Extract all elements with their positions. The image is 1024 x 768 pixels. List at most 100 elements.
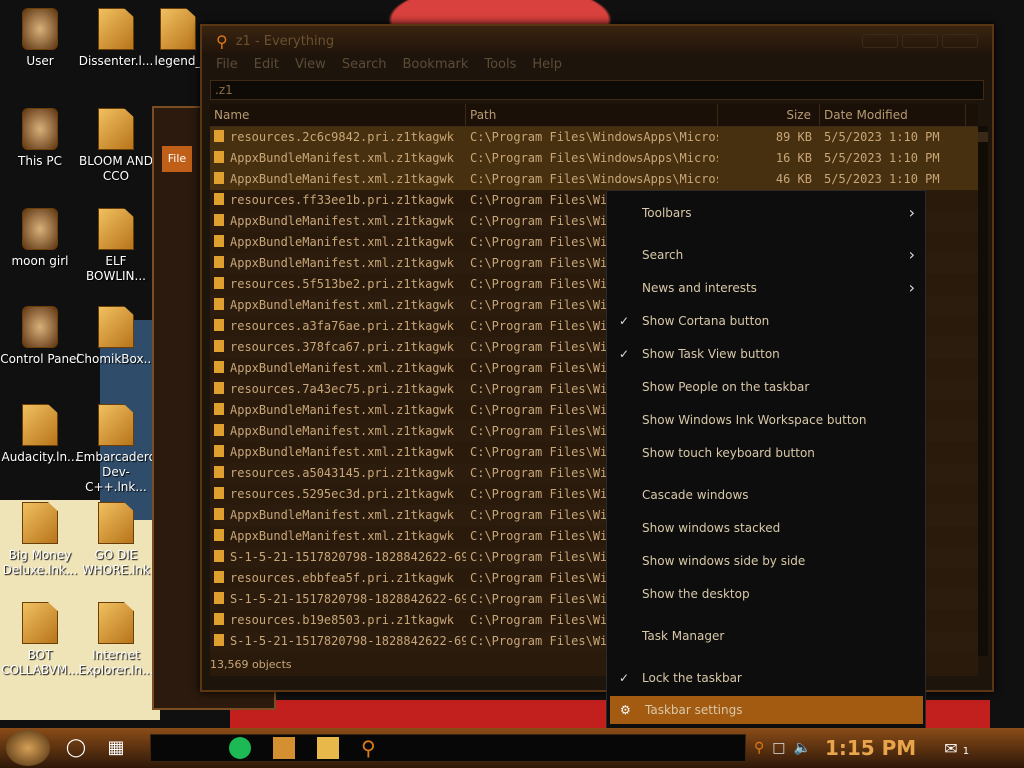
cell-name: S-1-5-21-1517820798-1828842622-698... — [210, 589, 466, 610]
minimize-button[interactable] — [862, 34, 898, 48]
column-path[interactable]: Path — [466, 104, 718, 126]
menu-file[interactable]: File — [208, 56, 246, 74]
file-icon — [214, 529, 224, 541]
file-icon — [22, 602, 58, 644]
desktop-icon-this-pc[interactable]: This PC — [0, 108, 80, 169]
desktop-icon-moon-girl[interactable]: moon girl — [0, 208, 80, 269]
menu-bookmark[interactable]: Bookmark — [394, 56, 476, 74]
search-icon: ⚲ — [216, 31, 228, 51]
desktop-icon-elf-bowling[interactable]: ELF BOWLIN... — [76, 208, 156, 284]
menu-search[interactable]: Search — [334, 56, 395, 74]
menu-item-label: Toolbars — [642, 206, 692, 220]
cell-name: resources.b19e8503.pri.z1tkagwk — [210, 610, 466, 631]
desktop-icon-user[interactable]: User — [0, 8, 80, 69]
cell-name: AppxBundleManifest.xml.z1tkagwk — [210, 400, 466, 421]
menu-item-show-cortana-button[interactable]: ✓ Show Cortana button — [607, 309, 925, 333]
desktop-icon-chomikbox[interactable]: ChomikBox.... — [76, 306, 159, 367]
file-icon — [214, 508, 224, 520]
window-title: z1 - Everything — [235, 33, 335, 49]
file-icon[interactable] — [273, 737, 295, 759]
file-explorer-icon[interactable] — [317, 737, 339, 759]
cell-size: 16 KB — [775, 151, 812, 165]
desktop-icon-label: Internet Explorer.ln... — [78, 648, 154, 677]
column-size[interactable]: Size — [718, 104, 820, 126]
menu-item-news-and-interests[interactable]: News and interests › — [607, 276, 925, 300]
column-date-modified[interactable]: Date Modified — [820, 104, 966, 126]
desktop-icon-bot-collabvm[interactable]: BOT COLLABVM... — [0, 602, 80, 678]
desktop-icon-go-die[interactable]: GO DIE WHORE.lnk — [76, 502, 156, 578]
start-button[interactable] — [6, 730, 50, 766]
menu-item-show-the-desktop[interactable]: Show the desktop — [607, 582, 925, 606]
taskbar-apps: ⚲ — [150, 734, 746, 762]
file-name: resources.a3fa76ae.pri.z1tkagwk — [230, 319, 454, 333]
file-name: S-1-5-21-1517820798-1828842622-698... — [230, 634, 466, 648]
menu-tools[interactable]: Tools — [476, 56, 524, 74]
desktop-icon-internet-explorer[interactable]: Internet Explorer.ln... — [76, 602, 156, 678]
menu-view[interactable]: View — [287, 56, 334, 74]
file-icon — [214, 550, 224, 562]
cortana-icon[interactable]: ◯ — [62, 734, 90, 762]
menu-item-task-manager[interactable]: Task Manager — [607, 624, 925, 648]
menu-item-show-people-on-the-taskbar[interactable]: Show People on the taskbar — [607, 375, 925, 399]
everything-search-icon[interactable]: ⚲ — [361, 737, 383, 759]
file-name: resources.ebbfea5f.pri.z1tkagwk — [230, 571, 454, 585]
notification-icon: ✉ — [944, 738, 958, 758]
maximize-button[interactable] — [902, 34, 938, 48]
desktop-icon-label: Big Money Deluxe.lnk... — [2, 548, 78, 577]
menu-item-taskbar-settings[interactable]: ⚙ Taskbar settings — [610, 696, 923, 724]
cell-name: resources.378fca67.pri.z1tkagwk — [210, 337, 466, 358]
task-view-icon[interactable]: ▦ — [102, 734, 130, 762]
network-icon[interactable]: □ — [772, 740, 785, 756]
desktop-icon-audacity[interactable]: Audacity.ln... — [0, 404, 80, 465]
close-button[interactable] — [942, 34, 978, 48]
vertical-scrollbar[interactable] — [978, 126, 988, 656]
menu-help[interactable]: Help — [524, 56, 570, 74]
menu-item-show-windows-side-by-side[interactable]: Show windows side by side — [607, 549, 925, 573]
menu-item-show-windows-stacked[interactable]: Show windows stacked — [607, 516, 925, 540]
desktop-icon-embarcadero[interactable]: Embarcadero Dev-C++.lnk... — [76, 404, 156, 495]
notification-center-button[interactable]: ✉ 1 — [944, 739, 969, 758]
menu-item-toolbars[interactable]: Toolbars › — [607, 201, 925, 225]
menu-item-search[interactable]: Search › — [607, 243, 925, 267]
menu-item-label: Show touch keyboard button — [642, 446, 815, 460]
spotify-icon[interactable] — [229, 737, 251, 759]
cell-name: AppxBundleManifest.xml.z1tkagwk — [210, 295, 466, 316]
desktop-icon-big-money[interactable]: Big Money Deluxe.lnk... — [0, 502, 80, 578]
clock[interactable]: 1:15 PM — [825, 736, 916, 760]
desktop-icon-control-panel[interactable]: Control Panel — [0, 306, 80, 367]
table-row[interactable]: AppxBundleManifest.xml.z1tkagwk C:\Progra… — [210, 148, 978, 169]
file-icon — [214, 487, 224, 499]
menu-item-show-touch-keyboard-button[interactable]: Show touch keyboard button — [607, 441, 925, 465]
menu-item-lock-the-taskbar[interactable]: ✓ Lock the taskbar — [607, 666, 925, 690]
menu-item-label: Show Cortana button — [642, 314, 770, 328]
cell-name: AppxBundleManifest.xml.z1tkagwk — [210, 169, 466, 190]
volume-muted-icon[interactable]: 🔈 — [794, 740, 811, 756]
file-icon — [214, 445, 224, 457]
menu-item-cascade-windows[interactable]: Cascade windows — [607, 483, 925, 507]
cell-path: C:\Program Files\WindowsApps\Microsoft..… — [470, 172, 718, 186]
desktop-icon-bloom[interactable]: BLOOM AND CCO — [76, 108, 156, 184]
menu-item-show-windows-ink-workspace-button[interactable]: Show Windows Ink Workspace button — [607, 408, 925, 432]
menu-item-show-task-view-button[interactable]: ✓ Show Task View button — [607, 342, 925, 366]
desktop-icon-label: Embarcadero Dev-C++.lnk... — [76, 450, 156, 494]
desktop-icon-label: ELF BOWLIN... — [86, 254, 146, 283]
file-icon — [98, 208, 134, 250]
column-name[interactable]: Name — [210, 104, 466, 126]
file-icon — [214, 361, 224, 373]
notification-count: 1 — [962, 745, 970, 757]
menu-edit[interactable]: Edit — [246, 56, 287, 74]
file-name: resources.378fca67.pri.z1tkagwk — [230, 340, 454, 354]
table-row[interactable]: AppxBundleManifest.xml.z1tkagwk C:\Progra… — [210, 169, 978, 190]
title-bar[interactable]: ⚲ z1 - Everything — [202, 26, 992, 56]
scroll-up-arrow[interactable] — [978, 132, 988, 142]
file-tab[interactable]: File — [162, 146, 192, 172]
desktop-icon-label: User — [26, 54, 54, 68]
file-name: resources.5f513be2.pri.z1tkagwk — [230, 277, 454, 291]
cell-name: AppxBundleManifest.xml.z1tkagwk — [210, 232, 466, 253]
search-icon[interactable]: ⚲ — [754, 740, 764, 756]
cell-date: 5/5/2023 1:10 PM — [824, 151, 940, 165]
search-input[interactable]: .z1 — [210, 80, 984, 100]
file-icon — [214, 466, 224, 478]
cell-name: resources.a5043145.pri.z1tkagwk — [210, 463, 466, 484]
table-row[interactable]: resources.2c6c9842.pri.z1tkagwk C:\Progra… — [210, 127, 978, 148]
